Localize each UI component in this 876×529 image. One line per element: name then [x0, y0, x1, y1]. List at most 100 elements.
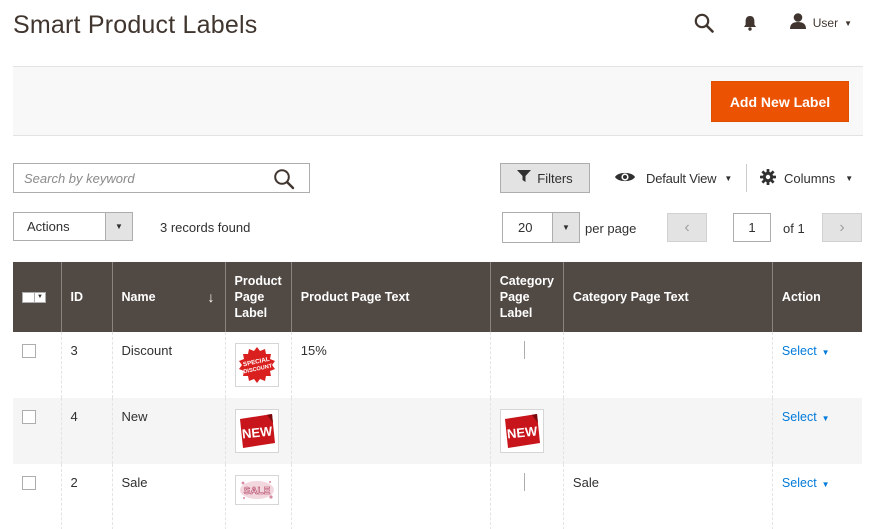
mass-actions-dropdown[interactable]: Actions ▼: [13, 212, 133, 241]
search-input[interactable]: [14, 164, 259, 192]
sort-arrow-down-icon: ↓: [207, 289, 215, 305]
default-view-label: Default View: [646, 170, 717, 186]
cell-product-page-text: [290, 464, 491, 529]
col-product-page-label-line1: Product: [234, 274, 282, 288]
chevron-left-icon: ‹: [684, 218, 690, 236]
row-checkbox[interactable]: [22, 410, 36, 424]
select-caret-icon: ▼: [821, 414, 830, 423]
mass-select-box: [22, 291, 35, 303]
col-id[interactable]: ID: [61, 262, 113, 332]
records-found: 3 records found: [160, 220, 251, 235]
cell-category-page-label: [489, 332, 564, 398]
cell-product-page-label: SALE: [224, 464, 292, 529]
col-category-page-label[interactable]: Category Page Label: [490, 262, 564, 332]
search-submit-icon[interactable]: [273, 168, 295, 190]
table-row: 3 Discount SPECIAL DISCOUNT 15% Select ▼: [13, 332, 862, 398]
add-new-label-button[interactable]: Add New Label: [711, 81, 849, 122]
mass-actions-arrow-icon: ▼: [105, 213, 132, 240]
mass-select-caret-icon: ▼: [35, 291, 46, 303]
row-select-action[interactable]: Select ▼: [782, 344, 830, 358]
cell-category-page-text: Sale: [562, 464, 773, 529]
previous-page-button[interactable]: ‹: [667, 213, 707, 242]
funnel-icon: [517, 170, 532, 186]
table-row: 2 Sale SALE Sale Select ▼: [13, 464, 862, 529]
table-row: 4 New NEW NEW Select ▼: [13, 398, 862, 464]
per-page-label: per page: [585, 221, 637, 236]
chevron-right-icon: ›: [839, 218, 845, 236]
col-action-label: Action: [781, 290, 821, 304]
page-title: Smart Product Labels: [13, 11, 258, 39]
empty-image-placeholder: [523, 341, 525, 359]
current-page-input[interactable]: [733, 213, 771, 242]
select-caret-icon: ▼: [821, 348, 830, 357]
cell-category-page-text: [562, 332, 773, 398]
cell-name: Sale: [111, 464, 225, 529]
cell-product-page-text: [290, 398, 491, 464]
cell-category-page-label: [489, 464, 564, 529]
per-page-dropdown[interactable]: 20 ▼: [502, 212, 580, 243]
special-discount-badge-image[interactable]: SPECIAL DISCOUNT: [234, 343, 279, 387]
col-category-page-text-label: Category Page Text: [572, 290, 689, 304]
col-category-page-label-line2: Page: [499, 290, 530, 304]
sale-splash-image[interactable]: SALE: [234, 475, 279, 505]
cell-product-page-label: SPECIAL DISCOUNT: [224, 332, 292, 398]
splash-text: SALE: [243, 486, 270, 497]
col-action: Action: [772, 262, 862, 332]
next-page-button[interactable]: ›: [822, 213, 862, 242]
columns-label: Columns: [784, 170, 836, 186]
filters-button[interactable]: Filters: [500, 163, 590, 193]
select-caret-icon: ▼: [821, 480, 830, 489]
row-select-action[interactable]: Select ▼: [782, 476, 830, 490]
mass-select-checkbox[interactable]: ▼: [22, 291, 52, 303]
cell-select: [13, 464, 61, 529]
user-menu-caret-icon: ▼: [844, 18, 852, 28]
total-pages: of 1: [783, 221, 805, 236]
per-page-arrow-icon: ▼: [552, 213, 579, 242]
cell-product-page-label: NEW: [224, 398, 292, 464]
cell-category-page-text: [562, 398, 773, 464]
row-checkbox[interactable]: [22, 344, 36, 358]
row-checkbox[interactable]: [22, 476, 36, 490]
col-category-page-label-line1: Category: [499, 274, 554, 288]
labels-grid: ▼ ID Name ↓ Product Page Label Product Pa…: [13, 262, 862, 529]
col-category-page-label-line3: Label: [499, 306, 533, 320]
col-product-page-text-label: Product Page Text: [300, 290, 410, 304]
new-sticker-image[interactable]: NEW: [499, 409, 544, 453]
user-menu[interactable]: User ▼: [789, 12, 852, 35]
col-mass-select[interactable]: ▼: [13, 262, 62, 332]
col-name[interactable]: Name ↓: [112, 262, 226, 332]
row-select-action[interactable]: Select ▼: [782, 410, 830, 424]
cell-category-page-label: NEW: [489, 398, 564, 464]
new-sticker-image[interactable]: NEW: [234, 409, 279, 453]
col-product-page-label-line2: Page: [234, 290, 265, 304]
empty-image-placeholder: [523, 473, 525, 491]
grid-header-row: ▼ ID Name ↓ Product Page Label Product Pa…: [13, 262, 862, 332]
default-view-dropdown[interactable]: Default View ▼: [614, 167, 732, 189]
cell-id: 3: [60, 332, 112, 398]
per-page-value: 20: [518, 220, 533, 235]
cell-name: Discount: [111, 332, 225, 398]
global-search-icon[interactable]: [693, 12, 715, 34]
cell-action: Select ▼: [771, 464, 862, 529]
columns-dropdown[interactable]: Columns ▼: [760, 167, 853, 189]
col-product-page-label[interactable]: Product Page Label: [225, 262, 292, 332]
col-product-page-text[interactable]: Product Page Text: [291, 262, 491, 332]
page-actions-bar: Add New Label: [13, 66, 863, 136]
notifications-bell-icon[interactable]: [741, 13, 759, 33]
user-avatar-icon: [789, 12, 807, 35]
gear-icon: [760, 168, 776, 188]
keyword-search: [13, 163, 310, 193]
cell-id: 4: [60, 398, 112, 464]
row-select-label: Select: [781, 410, 817, 424]
cell-select: [13, 398, 61, 464]
cell-name: New: [111, 398, 225, 464]
cell-action: Select ▼: [771, 398, 862, 464]
user-name: User: [812, 16, 839, 30]
filters-label: Filters: [537, 170, 573, 186]
col-category-page-text[interactable]: Category Page Text: [563, 262, 773, 332]
columns-caret-icon: ▼: [845, 173, 854, 183]
toolbar-divider: [746, 164, 747, 192]
mass-actions-label: Actions: [27, 219, 70, 234]
cell-action: Select ▼: [771, 332, 862, 398]
col-product-page-label-line3: Label: [234, 306, 268, 320]
